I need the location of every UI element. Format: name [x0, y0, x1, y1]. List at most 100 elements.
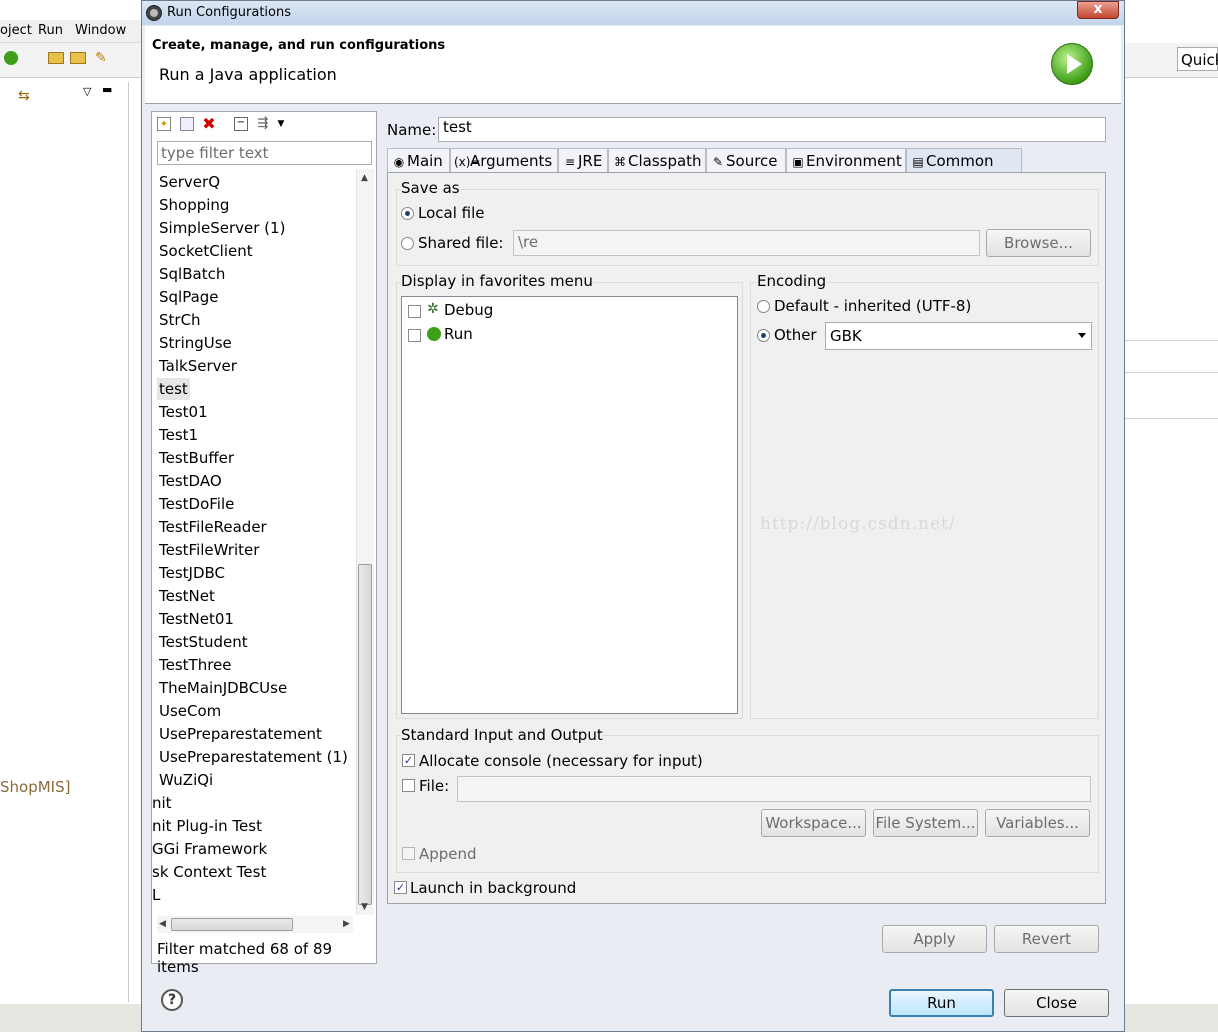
run-toolbar-icon[interactable] [4, 51, 18, 65]
allocate-console-checkbox[interactable]: ✓ [402, 754, 415, 767]
file-output-label: File: [419, 777, 450, 795]
tab-common[interactable]: ▤ Common [906, 148, 1022, 173]
quick-access-field[interactable]: Quick [1177, 47, 1218, 71]
default-encoding-radio[interactable] [757, 300, 770, 313]
name-label: Name: [387, 121, 437, 139]
launch-config-item[interactable]: nit [152, 792, 172, 814]
revert-button[interactable]: Revert [994, 925, 1099, 953]
launch-config-item[interactable]: WuZiQi [159, 769, 213, 791]
jre-tab-icon: ≡ [564, 155, 576, 169]
horizontal-scroll-thumb[interactable] [171, 918, 293, 931]
scroll-up-icon[interactable]: ▲ [361, 173, 368, 183]
pen-icon[interactable]: ✎ [95, 50, 107, 66]
other-encoding-radio[interactable] [757, 329, 770, 342]
launch-config-item[interactable]: GGi Framework [152, 838, 267, 860]
variables-button[interactable]: Variables... [985, 809, 1090, 837]
vertical-scrollbar[interactable]: ▲ ▼ [356, 169, 374, 915]
launch-background-checkbox[interactable]: ✓ [394, 881, 407, 894]
filter-icon[interactable]: ⇶ [256, 117, 270, 131]
shared-file-radio[interactable] [401, 237, 414, 250]
title-bar[interactable]: Run Configurations x [142, 1, 1124, 25]
launch-config-item[interactable]: SocketClient [159, 240, 253, 262]
delete-icon[interactable]: ✖ [202, 116, 216, 132]
view-menu-icon[interactable]: ▼ [274, 117, 288, 131]
launch-config-item[interactable]: TestDoFile [159, 493, 234, 515]
scroll-down-icon[interactable]: ▼ [361, 902, 368, 912]
file-system-button[interactable]: File System... [873, 809, 978, 837]
name-input[interactable]: test [438, 117, 1106, 142]
horizontal-scrollbar[interactable]: ◀ ▶ [157, 916, 353, 933]
launch-config-item[interactable]: TestStudent [159, 631, 248, 653]
shared-file-field[interactable]: \re [513, 230, 980, 256]
encoding-select[interactable]: GBK [825, 322, 1092, 350]
launch-config-item[interactable]: TalkServer [159, 355, 237, 377]
common-tab-panel: Save as Local file Shared file: \re Brow… [387, 172, 1106, 904]
run-button[interactable]: Run [889, 989, 994, 1017]
launch-config-item[interactable]: Shopping [159, 194, 229, 216]
launch-config-item[interactable]: Test01 [159, 401, 208, 423]
scroll-right-icon[interactable]: ▶ [343, 919, 350, 929]
arguments-tab-icon: (x)= [454, 155, 481, 169]
tab-classpath[interactable]: ⌘ Classpath [608, 148, 706, 173]
filter-input[interactable] [157, 141, 372, 165]
file-output-field[interactable] [457, 776, 1091, 802]
menu-run[interactable]: Run [38, 23, 63, 38]
workspace-button[interactable]: Workspace... [761, 809, 866, 837]
workbench-right-pane [1124, 82, 1218, 1002]
tab-environment[interactable]: ▣ Environment [786, 148, 906, 173]
launch-config-item[interactable]: L [152, 884, 160, 906]
launch-config-item[interactable]: StrCh [159, 309, 201, 331]
launch-config-item[interactable]: Test1 [159, 424, 198, 446]
open-folder-icon[interactable] [70, 52, 86, 64]
append-checkbox[interactable] [402, 847, 415, 860]
tab-label: JRE [578, 152, 603, 170]
launch-config-item[interactable]: SqlBatch [159, 263, 225, 285]
launch-config-item[interactable]: TestDAO [159, 470, 222, 492]
launch-config-item[interactable]: SqlPage [159, 286, 219, 308]
launch-config-item[interactable]: UseCom [159, 700, 221, 722]
browse-button[interactable]: Browse... [986, 229, 1091, 257]
watermark: http://blog.csdn.net/ [760, 514, 956, 534]
run-favorite-checkbox[interactable] [408, 329, 421, 342]
launch-config-item[interactable]: TestJDBC [159, 562, 225, 584]
view-menu-icon[interactable]: ▽ [83, 85, 91, 98]
collapse-all-icon[interactable]: − [234, 117, 248, 131]
tab-source[interactable]: ✎ Source [706, 148, 786, 173]
dialog-title: Run Configurations [167, 5, 291, 20]
local-file-radio[interactable] [401, 207, 414, 220]
scroll-left-icon[interactable]: ◀ [159, 919, 166, 929]
tab-jre[interactable]: ≡ JRE [558, 148, 608, 173]
apply-button[interactable]: Apply [882, 925, 987, 953]
menu-project[interactable]: oject [0, 23, 32, 38]
duplicate-icon[interactable] [180, 117, 194, 131]
launch-config-item[interactable]: ServerQ [159, 171, 220, 193]
new-launch-config-icon[interactable]: ✦ [157, 117, 171, 131]
help-icon[interactable]: ? [161, 989, 183, 1011]
open-folder-icon[interactable] [48, 52, 64, 64]
launch-config-item[interactable]: TestFileReader [159, 516, 267, 538]
launch-config-item[interactable]: sk Context Test [152, 861, 266, 883]
window-close-button[interactable]: x [1077, 1, 1119, 19]
launch-config-item[interactable]: TestNet01 [159, 608, 234, 630]
launch-config-item[interactable]: test [157, 378, 190, 400]
launch-config-item[interactable]: nit Plug-in Test [152, 815, 262, 837]
launch-config-item[interactable]: TestThree [159, 654, 232, 676]
launch-config-item[interactable]: StringUse [159, 332, 232, 354]
launch-config-item[interactable]: UsePreparestatement [159, 723, 322, 745]
menu-window[interactable]: Window [75, 23, 126, 38]
link-editor-icon[interactable]: ⇆ [18, 88, 30, 104]
close-button[interactable]: Close [1004, 989, 1109, 1017]
launch-config-item[interactable]: UsePreparestatement (1) [159, 746, 348, 768]
launch-config-item[interactable]: SimpleServer (1) [159, 217, 285, 239]
launch-config-item[interactable]: TestBuffer [159, 447, 234, 469]
file-output-checkbox[interactable] [402, 779, 415, 792]
debug-favorite-checkbox[interactable] [408, 305, 421, 318]
launch-config-item[interactable]: TestFileWriter [159, 539, 259, 561]
vertical-scroll-thumb[interactable] [358, 564, 372, 905]
minimize-icon[interactable]: ▬ [102, 83, 112, 96]
launch-config-item[interactable]: TestNet [159, 585, 215, 607]
tab-main[interactable]: ◉ Main [387, 148, 450, 173]
tab-arguments[interactable]: (x)=Arguments [450, 148, 558, 173]
launch-config-item[interactable]: TheMainJDBCUse [159, 677, 287, 699]
divider [1124, 418, 1218, 419]
